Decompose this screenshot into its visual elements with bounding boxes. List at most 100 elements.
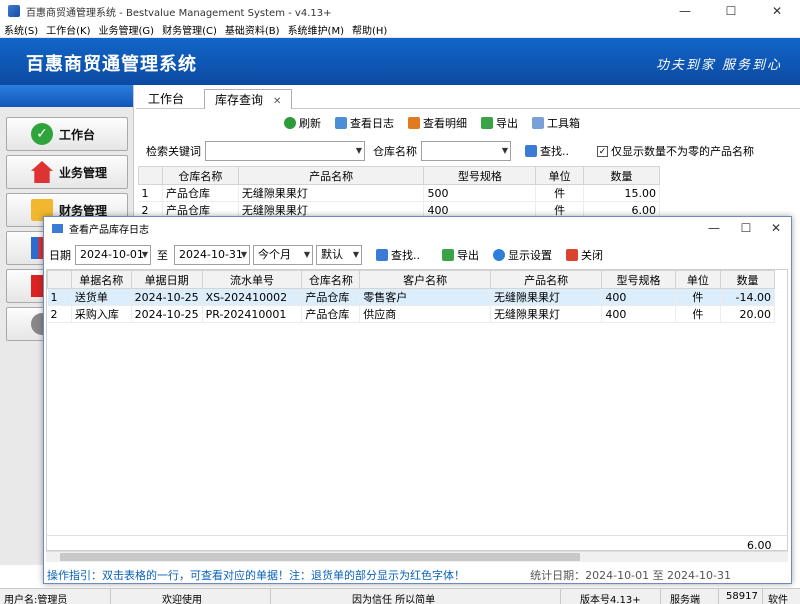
maximize-button[interactable]: ☐ [708, 0, 754, 22]
dialog-close-button[interactable]: ✕ [760, 217, 792, 239]
sidebar-header [0, 85, 133, 107]
table-cell: 2024-10-25 [131, 305, 203, 323]
sidebar-item-workbench[interactable]: ✓ 工作台 [6, 117, 128, 151]
tab-workbench[interactable]: 工作台 [138, 89, 194, 109]
menu-system[interactable]: 系统(S) [4, 22, 38, 37]
column-header[interactable]: 单据名称 [70, 270, 132, 289]
minimize-button[interactable]: — [662, 0, 708, 22]
dialog-window-icon [52, 223, 63, 233]
menu-bar: 系统(S) 工作台(K) 业务管理(G) 财务管理(C) 基础资料(B) 系统维… [0, 22, 800, 38]
menu-finance[interactable]: 财务管理(C) [162, 22, 217, 37]
status-divider [660, 589, 661, 604]
nonzero-checkbox[interactable]: ✓ 仅显示数量不为零的产品名称 [597, 143, 754, 159]
date-to-picker[interactable]: 2024-10-31 ▼ [174, 245, 250, 265]
display-settings-button[interactable]: 显示设置 [493, 247, 552, 263]
column-header[interactable]: 型号规格 [601, 270, 676, 289]
stock-log-table: 单据名称 单据日期 流水单号 仓库名称 客户名称 产品名称 型号规格 单位 数量… [46, 269, 788, 551]
chevron-down-icon: ▼ [141, 250, 148, 259]
table-cell: 产品仓库 [301, 288, 361, 306]
sidebar-item-business[interactable]: 业务管理 [6, 155, 128, 189]
keyword-label: 检索关键词 [146, 145, 201, 158]
scrollbar-thumb[interactable] [60, 553, 580, 561]
table-cell: 供应商 [359, 305, 491, 323]
search-row: 检索关键词 ▼ 仓库名称 ▼ 查找.. ✓ 仅显示数量不为零的产品名称 [136, 139, 800, 163]
check-icon: ✓ [31, 123, 53, 145]
dialog-close-action-button[interactable]: 关闭 [566, 247, 603, 263]
status-divider [718, 589, 719, 604]
column-header[interactable]: 型号规格 [423, 166, 537, 185]
toolbox-button[interactable]: 工具箱 [532, 115, 580, 131]
toolbox-label: 工具箱 [547, 117, 580, 130]
app-icon [8, 5, 20, 17]
refresh-label: 刷新 [299, 117, 321, 130]
home-icon [408, 117, 420, 129]
status-bar: 用户名:管理员 欢迎使用 因为信任 所以简单 版本号4.13+ 服务端 5891… [0, 588, 800, 604]
column-header[interactable]: 数量 [583, 166, 660, 185]
column-header[interactable]: 单位 [674, 270, 722, 289]
tab-stock-query[interactable]: 库存查询 ✕ [204, 89, 293, 109]
to-label: 至 [157, 249, 168, 262]
status-user: 用户名:管理员 [4, 595, 68, 604]
column-header[interactable]: 产品名称 [237, 166, 425, 185]
table-cell: 无缝隙果果灯 [238, 201, 425, 216]
column-header[interactable]: 产品名称 [489, 270, 603, 289]
chevron-down-icon: ▼ [355, 146, 362, 155]
column-header[interactable]: 仓库名称 [161, 166, 239, 185]
dialog-maximize-button[interactable]: ☐ [730, 217, 762, 239]
refresh-button[interactable]: 刷新 [284, 115, 321, 131]
status-version: 版本号4.13+ [580, 595, 641, 604]
column-header[interactable] [138, 166, 163, 185]
date-from-picker[interactable]: 2024-10-01 ▼ [75, 245, 151, 265]
column-header[interactable]: 单位 [535, 166, 585, 185]
period-select[interactable]: 今个月 ▼ [253, 245, 313, 265]
column-header[interactable]: 客户名称 [359, 270, 491, 289]
find-button[interactable]: 查找.. [525, 143, 569, 159]
menu-business[interactable]: 业务管理(G) [99, 22, 155, 37]
dialog-toolbar: 日期 2024-10-01 ▼ 至 2024-10-31 ▼ 今个月 ▼ 默认 ▼ 查找… [44, 243, 793, 267]
column-header[interactable]: 流水单号 [201, 270, 303, 289]
table-cell: XS-202410002 [202, 288, 303, 306]
tab-close-icon[interactable]: ✕ [273, 96, 281, 107]
view-log-button[interactable]: 查看日志 [335, 115, 394, 131]
menu-basic-data[interactable]: 基础资料(B) [225, 22, 280, 37]
column-header[interactable]: 单据日期 [130, 270, 203, 289]
close-button[interactable]: ✕ [754, 0, 800, 22]
view-detail-button[interactable]: 查看明细 [408, 115, 467, 131]
keyword-input[interactable]: ▼ [205, 141, 365, 161]
status-service: 服务端 [670, 595, 700, 604]
column-header[interactable]: 仓库名称 [301, 270, 361, 289]
table-row[interactable]: 1 产品仓库 无缝隙果果灯 500 件 15.00 [138, 184, 660, 202]
column-header[interactable] [47, 270, 72, 289]
table-cell: 2 [47, 305, 72, 323]
tab-label: 工作台 [148, 92, 185, 106]
warehouse-select[interactable]: ▼ [421, 141, 511, 161]
dialog-export-label: 导出 [457, 249, 479, 262]
toolbar: 刷新 查看日志 查看明细 导出 工具箱 [136, 112, 800, 134]
order-select[interactable]: 默认 ▼ [316, 245, 362, 265]
export-button[interactable]: 导出 [481, 115, 518, 131]
chevron-down-icon: ▼ [240, 250, 247, 259]
dialog-close-label: 关闭 [581, 249, 603, 262]
export-label: 导出 [496, 117, 518, 130]
operation-hint: 操作指引：双击表格的一行，可查看对应的单据！注：退货单的部分显示为红色字体！ [47, 569, 465, 582]
stat-date: 统计日期：2024-10-01 至 2024-10-31 [530, 569, 731, 582]
table-cell: 20.00 [720, 305, 775, 323]
dialog-minimize-button[interactable]: — [698, 217, 730, 239]
table-cell: 零售客户 [359, 288, 491, 306]
table-row[interactable]: 2 产品仓库 无缝隙果果灯 400 件 6.00 [138, 201, 660, 216]
horizontal-scrollbar[interactable] [46, 551, 788, 562]
chevron-down-icon: ▼ [303, 250, 310, 259]
sidebar-item-label: 业务管理 [59, 165, 108, 180]
table-cell: 产品仓库 [301, 305, 361, 323]
status-software: 软件 [768, 595, 788, 604]
menu-workbench[interactable]: 工作台(K) [46, 22, 90, 37]
menu-help[interactable]: 帮助(H) [352, 22, 387, 37]
table-row[interactable]: 2 采购入库 2024-10-25 PR-202410001 产品仓库 供应商 … [47, 305, 775, 323]
column-header[interactable]: 数量 [720, 270, 775, 289]
table-row[interactable]: 1 送货单 2024-10-25 XS-202410002 产品仓库 零售客户 … [47, 288, 775, 306]
menu-maintenance[interactable]: 系统维护(M) [288, 22, 344, 37]
date-to-value: 2024-10-31 [179, 248, 243, 261]
dialog-export-button[interactable]: 导出 [442, 247, 479, 263]
dialog-find-button[interactable]: 查找.. [376, 247, 420, 263]
log-icon [335, 117, 347, 129]
